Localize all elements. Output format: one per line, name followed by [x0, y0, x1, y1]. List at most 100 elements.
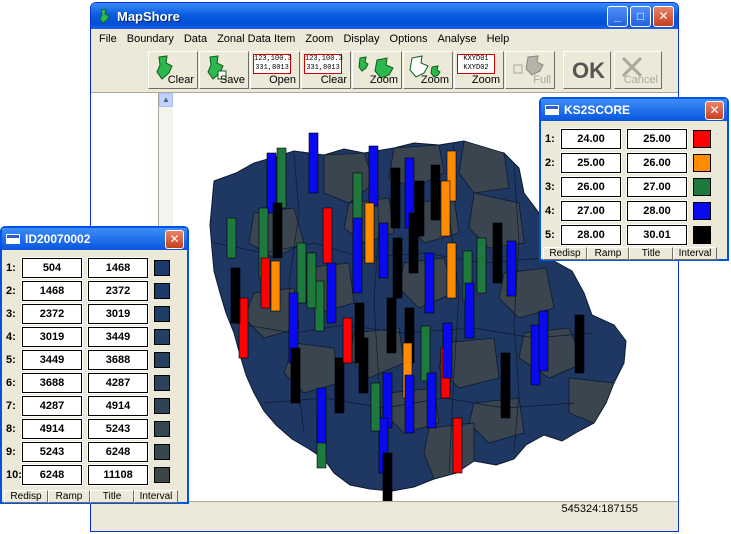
- legend-to-field[interactable]: 30.01: [626, 224, 688, 246]
- ok-icon: OK: [572, 58, 605, 83]
- full-extent-label: Full: [533, 74, 551, 86]
- legend-from-field[interactable]: 4287: [21, 395, 83, 417]
- minimize-button[interactable]: _: [607, 5, 628, 27]
- legend-color-swatch[interactable]: [154, 375, 170, 391]
- legend-to-field[interactable]: 4914: [87, 395, 149, 417]
- legend-color-swatch[interactable]: [154, 306, 170, 322]
- ks2-bar: [296, 242, 307, 304]
- legend-color-swatch[interactable]: [154, 444, 170, 460]
- ks2-redisp-button[interactable]: Redisp: [543, 247, 587, 260]
- legend-from-field[interactable]: 28.00: [560, 224, 622, 246]
- legend-from-field[interactable]: 4914: [21, 418, 83, 440]
- id-interval-button[interactable]: Interval: [134, 490, 178, 503]
- save-map-label: Save: [219, 74, 245, 86]
- clear-map-button[interactable]: Clear: [148, 51, 198, 89]
- legend-from-field[interactable]: 504: [21, 257, 83, 279]
- legend-from-field[interactable]: 1468: [21, 280, 83, 302]
- ks2-bar: [326, 262, 337, 324]
- ks2-bar: [230, 267, 241, 324]
- legend-from-field[interactable]: 27.00: [560, 200, 622, 222]
- legend-from-field[interactable]: 3449: [21, 349, 83, 371]
- ks2-ramp-button[interactable]: Ramp: [587, 247, 629, 260]
- menu-file[interactable]: File: [95, 33, 123, 45]
- title-bar[interactable]: MapShore _ □ ✕: [91, 3, 678, 29]
- zoom-coords-button[interactable]: KXYD01 KXYD02 Zoom: [454, 51, 504, 89]
- ks2-bar: [574, 314, 585, 374]
- legend-from-field[interactable]: 5243: [21, 441, 83, 463]
- legend-to-field[interactable]: 28.00: [626, 200, 688, 222]
- legend-to-field[interactable]: 3688: [87, 349, 149, 371]
- menu-analyse[interactable]: Analyse: [433, 33, 482, 45]
- save-map-button[interactable]: Save: [199, 51, 249, 89]
- legend-from-field[interactable]: 26.00: [560, 176, 622, 198]
- open-coords-button[interactable]: 123,100.3 331,8013 Open: [250, 51, 300, 89]
- menu-help[interactable]: Help: [483, 33, 516, 45]
- ks2score-legend-window: KS2SCORE ✕ 1: 24.00 25.00 2: 25.00 26.00 3: 26.…: [539, 97, 729, 261]
- ks2score-close-button[interactable]: ✕: [705, 100, 724, 120]
- ks2-bar: [446, 242, 457, 299]
- window-icon: [6, 234, 20, 244]
- scroll-up-arrow-icon[interactable]: ▲: [159, 93, 173, 107]
- legend-from-field[interactable]: 25.00: [560, 152, 622, 174]
- legend-color-swatch[interactable]: [693, 154, 711, 172]
- ks2-bar: [276, 147, 287, 209]
- legend-color-swatch[interactable]: [154, 329, 170, 345]
- legend-color-swatch[interactable]: [693, 130, 711, 148]
- menu-boundary[interactable]: Boundary: [123, 33, 180, 45]
- ks2-bar: [370, 382, 381, 432]
- ks2-bar: [364, 202, 375, 264]
- ks2-bar: [392, 237, 403, 299]
- ks2-interval-button[interactable]: Interval: [673, 247, 717, 260]
- ok-button[interactable]: OK: [563, 51, 611, 89]
- legend-color-swatch[interactable]: [154, 421, 170, 437]
- legend-color-swatch[interactable]: [154, 260, 170, 276]
- ks2-bar: [404, 374, 415, 434]
- legend-color-swatch[interactable]: [154, 467, 170, 483]
- legend-color-swatch[interactable]: [693, 202, 711, 220]
- legend-to-field[interactable]: 26.00: [626, 152, 688, 174]
- legend-to-field[interactable]: 11108: [87, 464, 149, 486]
- legend-color-swatch[interactable]: [693, 226, 711, 244]
- legend-color-swatch[interactable]: [154, 283, 170, 299]
- zoom-out-button[interactable]: Zoom: [403, 51, 453, 89]
- legend-row: 1: 24.00 25.00: [541, 128, 711, 150]
- zoom-in-button[interactable]: Zoom: [352, 51, 402, 89]
- legend-row: 3: 2372 3019: [2, 303, 170, 325]
- legend-from-field[interactable]: 3019: [21, 326, 83, 348]
- legend-from-field[interactable]: 6248: [21, 464, 83, 486]
- legend-from-field[interactable]: 3688: [21, 372, 83, 394]
- id20070002-title-bar[interactable]: ID20070002 ✕: [2, 228, 187, 250]
- ks2score-title-bar[interactable]: KS2SCORE ✕: [541, 99, 727, 121]
- legend-to-field[interactable]: 3019: [87, 303, 149, 325]
- clear-coords-button[interactable]: 123,100.3 331,8013 Clear: [301, 51, 351, 89]
- menu-display[interactable]: Display: [339, 33, 385, 45]
- menu-zonal-data-item[interactable]: Zonal Data Item: [213, 33, 301, 45]
- id-title-button[interactable]: Title: [90, 490, 134, 503]
- legend-to-field[interactable]: 2372: [87, 280, 149, 302]
- legend-to-field[interactable]: 4287: [87, 372, 149, 394]
- id-ramp-button[interactable]: Ramp: [48, 490, 90, 503]
- legend-to-field[interactable]: 6248: [87, 441, 149, 463]
- close-button[interactable]: ✕: [653, 5, 674, 27]
- legend-from-field[interactable]: 24.00: [560, 128, 622, 150]
- maximize-button[interactable]: □: [630, 5, 651, 27]
- legend-to-field[interactable]: 3449: [87, 326, 149, 348]
- cancel-button[interactable]: Cancel: [614, 51, 662, 89]
- legend-color-swatch[interactable]: [154, 398, 170, 414]
- legend-to-field[interactable]: 27.00: [626, 176, 688, 198]
- legend-from-field[interactable]: 2372: [21, 303, 83, 325]
- ks2-bar: [426, 372, 437, 429]
- legend-color-swatch[interactable]: [693, 178, 711, 196]
- menu-data[interactable]: Data: [180, 33, 213, 45]
- menu-options[interactable]: Options: [386, 33, 434, 45]
- legend-color-swatch[interactable]: [154, 352, 170, 368]
- full-extent-button[interactable]: Full: [505, 51, 555, 89]
- id-redisp-button[interactable]: Redisp: [4, 490, 48, 503]
- legend-to-field[interactable]: 1468: [87, 257, 149, 279]
- ks2-title-button[interactable]: Title: [629, 247, 673, 260]
- id20070002-close-button[interactable]: ✕: [165, 229, 184, 249]
- menu-zoom[interactable]: Zoom: [301, 33, 339, 45]
- legend-to-field[interactable]: 25.00: [626, 128, 688, 150]
- legend-to-field[interactable]: 5243: [87, 418, 149, 440]
- cancel-label: Cancel: [623, 74, 658, 86]
